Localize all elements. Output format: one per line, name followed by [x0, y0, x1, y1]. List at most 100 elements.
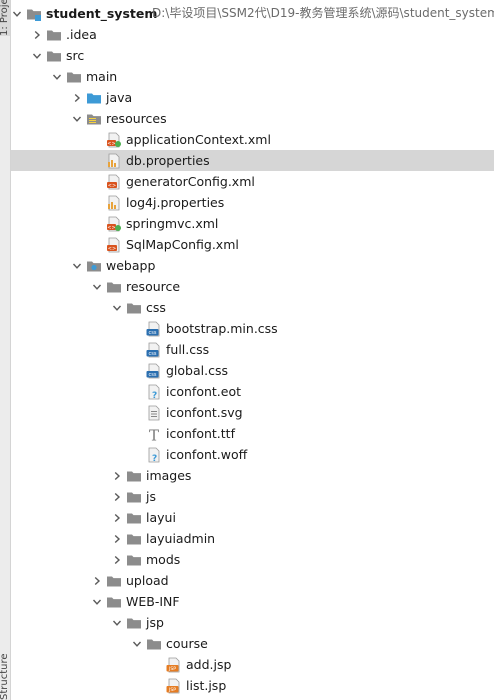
tree-row[interactable]: <> springmvc.xml [11, 213, 494, 234]
css-file-icon: css [146, 342, 162, 358]
tree-item-label: resources [106, 111, 167, 126]
folder-icon [126, 300, 142, 316]
tree-row[interactable]: images [11, 465, 494, 486]
tree-row[interactable]: <> applicationContext.xml [11, 129, 494, 150]
properties-file-icon [106, 153, 122, 169]
tree-row[interactable]: ? iconfont.woff [11, 444, 494, 465]
tree-item-label: applicationContext.xml [126, 132, 271, 147]
tree-item-label: layui [146, 510, 176, 525]
tree-row[interactable]: resource [11, 276, 494, 297]
jsp-file-icon: JSP [166, 657, 182, 673]
tree-row[interactable]: css bootstrap.min.css [11, 318, 494, 339]
tree-item-label: list.jsp [186, 678, 227, 693]
tree-row[interactable]: src [11, 45, 494, 66]
chevron-right-icon[interactable] [111, 486, 123, 507]
svg-text:<>: <> [108, 246, 116, 252]
svg-text:T: T [149, 427, 159, 443]
chevron-down-icon[interactable] [11, 3, 23, 24]
module-folder-icon [26, 6, 42, 22]
folder-icon [126, 531, 142, 547]
chevron-down-icon[interactable] [71, 108, 83, 129]
tree-item-label: iconfont.ttf [166, 426, 235, 441]
tree-row[interactable]: main [11, 66, 494, 87]
chevron-down-icon[interactable] [111, 297, 123, 318]
project-tool-tab[interactable]: 1: Project [0, 0, 10, 36]
svg-text:css: css [149, 330, 157, 336]
properties-file-icon [106, 195, 122, 211]
svg-text:JSP: JSP [168, 666, 176, 672]
tree-row[interactable]: <> SqlMapConfig.xml [11, 234, 494, 255]
xml-file-icon: <> [106, 237, 122, 253]
chevron-right-icon[interactable] [111, 465, 123, 486]
spring-xml-icon: <> [106, 216, 122, 232]
tree-row[interactable]: layui [11, 507, 494, 528]
tree-row[interactable]: js [11, 486, 494, 507]
tree-item-label: log4j.properties [126, 195, 225, 210]
chevron-right-icon[interactable] [31, 24, 43, 45]
tree-row[interactable]: course [11, 633, 494, 654]
chevron-right-icon[interactable] [111, 549, 123, 570]
tree-item-label: layuiadmin [146, 531, 216, 546]
tree-item-label: jsp [146, 615, 164, 630]
folder-icon [106, 279, 122, 295]
tree-item-label: SqlMapConfig.xml [126, 237, 239, 252]
text-file-icon [146, 405, 162, 421]
chevron-down-icon[interactable] [31, 45, 43, 66]
tree-item-label: global.css [166, 363, 228, 378]
chevron-down-icon[interactable] [131, 633, 143, 654]
tree-row[interactable]: resources [11, 108, 494, 129]
tree-item-label: src [66, 48, 85, 63]
svg-text:<>: <> [107, 225, 115, 231]
svg-text:<>: <> [107, 141, 115, 147]
xml-file-icon: <> [106, 174, 122, 190]
tree-row[interactable]: db.properties [11, 150, 494, 171]
tree-row[interactable]: student_system D:\毕设项目\SSM2代\D19-教务管理系统\源… [11, 3, 494, 24]
chevron-down-icon[interactable] [91, 276, 103, 297]
chevron-down-icon[interactable] [91, 591, 103, 612]
chevron-down-icon[interactable] [71, 255, 83, 276]
svg-text:?: ? [152, 391, 157, 400]
tree-row[interactable]: css global.css [11, 360, 494, 381]
folder-icon [126, 468, 142, 484]
tree-row[interactable]: iconfont.svg [11, 402, 494, 423]
tree-row[interactable]: ? iconfont.eot [11, 381, 494, 402]
tree-item-label: db.properties [126, 153, 210, 168]
tree-item-label: generatorConfig.xml [126, 174, 255, 189]
tree-row[interactable]: java [11, 87, 494, 108]
tree-row[interactable]: webapp [11, 255, 494, 276]
chevron-right-icon[interactable] [91, 570, 103, 591]
tree-row[interactable]: css [11, 297, 494, 318]
tree-row[interactable]: log4j.properties [11, 192, 494, 213]
tree-row[interactable]: JSP list.jsp [11, 675, 494, 696]
tree-row[interactable]: Ticonfont.ttf [11, 423, 494, 444]
tree-row[interactable]: mods [11, 549, 494, 570]
tree-item-label: images [146, 468, 192, 483]
tree-item-label: course [166, 636, 208, 651]
folder-icon [126, 552, 142, 568]
tree-row[interactable]: css full.css [11, 339, 494, 360]
tree-row[interactable]: layuiadmin [11, 528, 494, 549]
tree-row[interactable]: jsp [11, 612, 494, 633]
chevron-down-icon[interactable] [111, 612, 123, 633]
chevron-right-icon[interactable] [71, 87, 83, 108]
tree-item-label: upload [126, 573, 169, 588]
svg-text:css: css [149, 372, 157, 378]
web-folder-icon [86, 258, 102, 274]
chevron-right-icon[interactable] [111, 507, 123, 528]
tree-row[interactable]: upload [11, 570, 494, 591]
chevron-right-icon[interactable] [111, 528, 123, 549]
folder-icon [46, 48, 62, 64]
tree-row[interactable]: .idea [11, 24, 494, 45]
folder-icon [126, 510, 142, 526]
folder-icon [126, 489, 142, 505]
folder-icon [146, 636, 162, 652]
tree-item-label: mods [146, 552, 181, 567]
structure-tool-tab[interactable]: Structure [0, 648, 10, 700]
project-tree[interactable]: student_system D:\毕设项目\SSM2代\D19-教务管理系统\源… [11, 3, 494, 696]
chevron-down-icon[interactable] [51, 66, 63, 87]
folder-icon [106, 594, 122, 610]
tree-row[interactable]: JSP add.jsp [11, 654, 494, 675]
tree-row[interactable]: WEB-INF [11, 591, 494, 612]
tree-row[interactable]: <> generatorConfig.xml [11, 171, 494, 192]
tree-item-label: bootstrap.min.css [166, 321, 278, 336]
